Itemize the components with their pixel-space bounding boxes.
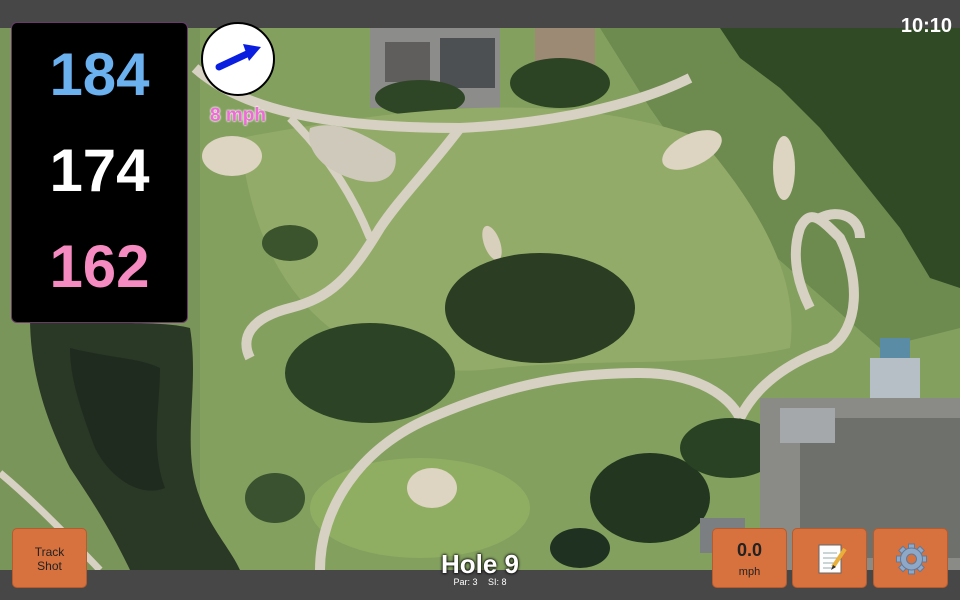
gear-icon: [896, 543, 927, 575]
distance-panel: 184 174 162: [11, 22, 188, 323]
status-clock: 10:10: [900, 15, 952, 37]
speed-button[interactable]: 0.0 mph: [712, 528, 787, 588]
notepad-icon: [818, 544, 847, 574]
arrow-icon: [215, 44, 261, 71]
hole-title: Hole 9: [440, 549, 520, 579]
track-shot-label-line2: Shot: [37, 559, 62, 573]
si-label: SI: 8: [488, 577, 507, 587]
track-shot-button[interactable]: Track Shot: [12, 528, 87, 588]
distance-middle: 174: [49, 137, 150, 204]
speed-value: 0.0: [736, 540, 763, 560]
wind-indicator: [201, 22, 275, 96]
track-shot-label-line1: Track: [34, 545, 65, 559]
notes-button[interactable]: [792, 528, 867, 588]
settings-button[interactable]: [873, 528, 948, 588]
wind-speed-label: 8 mph: [210, 105, 266, 126]
par-label: Par: 3: [453, 577, 478, 587]
speed-unit: mph: [738, 566, 761, 578]
distance-front: 162: [49, 233, 150, 300]
distance-back: 184: [49, 41, 150, 108]
hole-info: Par: 3 SI: 8: [380, 577, 580, 587]
